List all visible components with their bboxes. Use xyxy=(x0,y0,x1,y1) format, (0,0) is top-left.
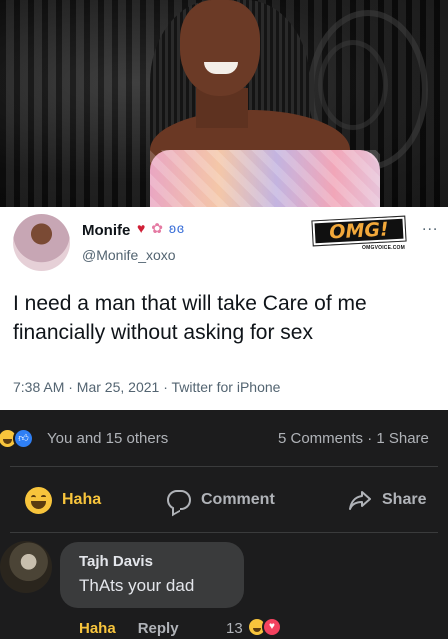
love-icon: ♥ xyxy=(262,617,282,637)
omg-site-label: OMGVOICE.COM xyxy=(362,245,405,251)
commenter-avatar[interactable] xyxy=(0,541,52,593)
share-button[interactable]: Share xyxy=(348,480,426,520)
share-icon xyxy=(349,491,371,510)
tweet-author-name: Monife xyxy=(82,222,131,239)
comment-bubble[interactable] xyxy=(60,542,244,608)
comment-button-label: Comment xyxy=(201,491,275,508)
comment-author[interactable]: Tajh Davis xyxy=(79,553,153,570)
post-photo[interactable] xyxy=(0,0,448,207)
haha-emoji-icon xyxy=(25,486,52,514)
photo-person-face xyxy=(180,0,260,96)
comment-actions: Haha Reply xyxy=(79,620,201,637)
tweet-card: Monife ♥ ✿ ʚɞ @Monife_xoxo OMG! OMGVOICE… xyxy=(0,207,448,410)
omgvoice-watermark: OMG! OMGVOICE.COM xyxy=(311,215,407,253)
more-options-icon: ... xyxy=(422,217,439,234)
divider xyxy=(10,466,438,467)
reactions-label[interactable]: You and 15 others xyxy=(47,430,168,447)
comment-reaction-count[interactable]: 13 xyxy=(226,620,243,637)
tweet-avatar xyxy=(13,214,70,271)
haha-button-label: Haha xyxy=(62,491,102,508)
comment-haha-link[interactable]: Haha xyxy=(79,620,116,637)
like-icon: 👍︎ xyxy=(13,428,34,449)
comments-shares-count[interactable]: 5 Comments · 1 Share xyxy=(278,430,429,447)
tweet-timestamp: 7:38 AM · Mar 25, 2021 · Twitter for iPh… xyxy=(13,379,281,395)
omg-logo: OMG! xyxy=(311,215,407,247)
reaction-icons[interactable]: 👍︎ xyxy=(0,428,37,450)
photo-gate-swirl-inner xyxy=(318,40,388,130)
share-button-label: Share xyxy=(382,491,427,508)
comment-button[interactable]: Comment xyxy=(167,480,275,520)
haha-button[interactable]: Haha xyxy=(25,480,101,520)
comment-reaction-icons[interactable]: ♥ xyxy=(247,617,287,637)
photo-person-dress xyxy=(150,150,380,207)
divider xyxy=(10,532,438,533)
comment-text: ThAts your dad xyxy=(79,576,195,595)
comment-reply-link[interactable]: Reply xyxy=(138,620,179,637)
comment-icon xyxy=(167,490,191,510)
butterfly-icon: ʚɞ xyxy=(168,220,186,236)
reactions-summary: 👍︎ You and 15 others 5 Comments · 1 Shar… xyxy=(0,410,448,468)
flower-icon: ✿ xyxy=(151,220,164,236)
tweet-handle: @Monife_xoxo xyxy=(82,247,176,263)
tweet-text: I need a man that will take Care of me f… xyxy=(13,292,367,344)
heart-icon: ♥ xyxy=(137,220,147,236)
tweet-name-emojis: ♥ ✿ ʚɞ xyxy=(137,220,185,237)
